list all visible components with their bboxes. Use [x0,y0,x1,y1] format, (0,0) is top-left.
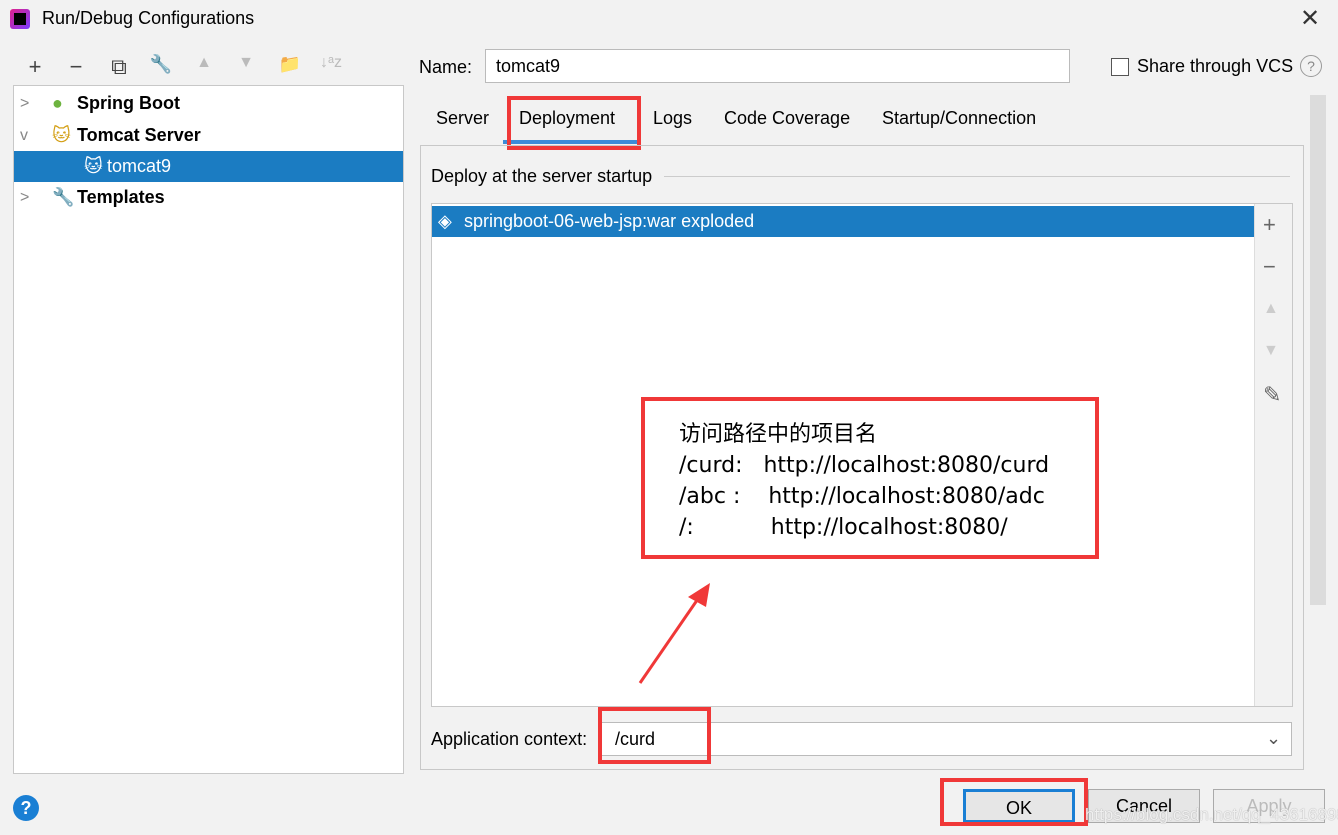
add-icon[interactable]: + [22,54,48,80]
spring-boot-icon: ● [52,93,63,113]
move-up-icon[interactable]: ▲ [1263,300,1279,318]
tree-item-label: tomcat9 [107,156,172,176]
tree-item-tomcat9[interactable]: 🐱 tomcat9 [14,151,403,182]
tomcat-icon: 🐱 [84,156,103,176]
share-vcs-checkbox[interactable]: Share through VCS [1111,56,1293,77]
help-icon[interactable]: ? [1300,55,1322,77]
tree-item-label: Templates [77,187,165,207]
tree-item-templates[interactable]: > 🔧 Templates [14,182,403,213]
checkbox-box[interactable] [1111,57,1129,76]
annotation-line: /curd: http://localhost:8080/curd [679,453,1050,478]
tab-code-coverage[interactable]: Code Coverage [724,108,850,129]
move-up-icon[interactable]: ▲ [191,54,217,72]
tab-server[interactable]: Server [436,108,489,129]
remove-icon[interactable]: − [1263,254,1276,280]
window-title: Run/Debug Configurations [42,8,255,28]
divider [664,176,1290,177]
list-side-toolbar: + − ▲ ▼ ✎ [1254,204,1292,706]
annotation-box-context [598,707,711,764]
annotation-line: 访问路径中的项目名 [679,422,878,447]
new-folder-icon[interactable]: 📁 [277,54,303,75]
app-logo-icon [10,9,30,29]
name-label: Name: [419,57,473,77]
annotation-line: /abc : http://localhost:8080/adc [679,484,1045,509]
tab-logs[interactable]: Logs [653,108,692,129]
share-vcs-label: Share through VCS [1137,56,1294,76]
tree-item-tomcat-server[interactable]: v 🐱 Tomcat Server [14,120,403,151]
deploy-heading: Deploy at the server startup [431,166,653,186]
name-input[interactable]: tomcat9 [485,49,1070,83]
annotation-box-deployment [507,96,641,150]
tree-item-label: Tomcat Server [77,125,201,145]
artifact-label: springboot-06-web-jsp:war exploded [464,211,755,231]
annotation-arrow [638,583,710,684]
chevron-right-icon[interactable]: > [20,182,29,213]
move-down-icon[interactable]: ▼ [1263,342,1279,360]
chevron-down-icon[interactable]: v [20,120,28,151]
deploy-list-item[interactable]: ◈ springboot-06-web-jsp:war exploded [432,206,1254,237]
annotation-line: /: http://localhost:8080/ [679,515,1008,540]
config-tree[interactable]: > ● Spring Boot v 🐱 Tomcat Server 🐱 tomc… [13,85,404,774]
watermark: https://blog.csdn.net/qq_43616898 [1085,805,1338,824]
close-icon[interactable]: ✕ [1300,4,1320,33]
app-context-label: Application context: [431,729,588,749]
tree-item-spring-boot[interactable]: > ● Spring Boot [14,88,403,119]
chevron-down-icon[interactable]: ⌄ [1266,728,1281,749]
move-down-icon[interactable]: ▼ [233,54,259,72]
edit-pencil-icon[interactable]: ✎ [1263,382,1281,408]
scrollbar[interactable] [1310,95,1326,605]
sort-icon[interactable]: ↓ᵃz [318,54,344,72]
annotation-note: 访问路径中的项目名 /curd: http://localhost:8080/c… [641,397,1099,559]
tomcat-icon: 🐱 [52,125,71,145]
wrench-icon: 🔧 [52,187,75,207]
annotation-box-ok [940,778,1088,826]
artifact-icon: ◈ [438,211,452,231]
chevron-right-icon[interactable]: > [20,88,29,119]
help-icon[interactable]: ? [13,795,39,821]
copy-icon[interactable]: ⧉ [106,54,132,80]
add-icon[interactable]: + [1263,212,1276,238]
remove-icon[interactable]: − [63,54,89,80]
tab-startup-connection[interactable]: Startup/Connection [882,108,1036,129]
tree-item-label: Spring Boot [77,93,180,113]
wrench-icon[interactable]: 🔧 [148,54,174,75]
